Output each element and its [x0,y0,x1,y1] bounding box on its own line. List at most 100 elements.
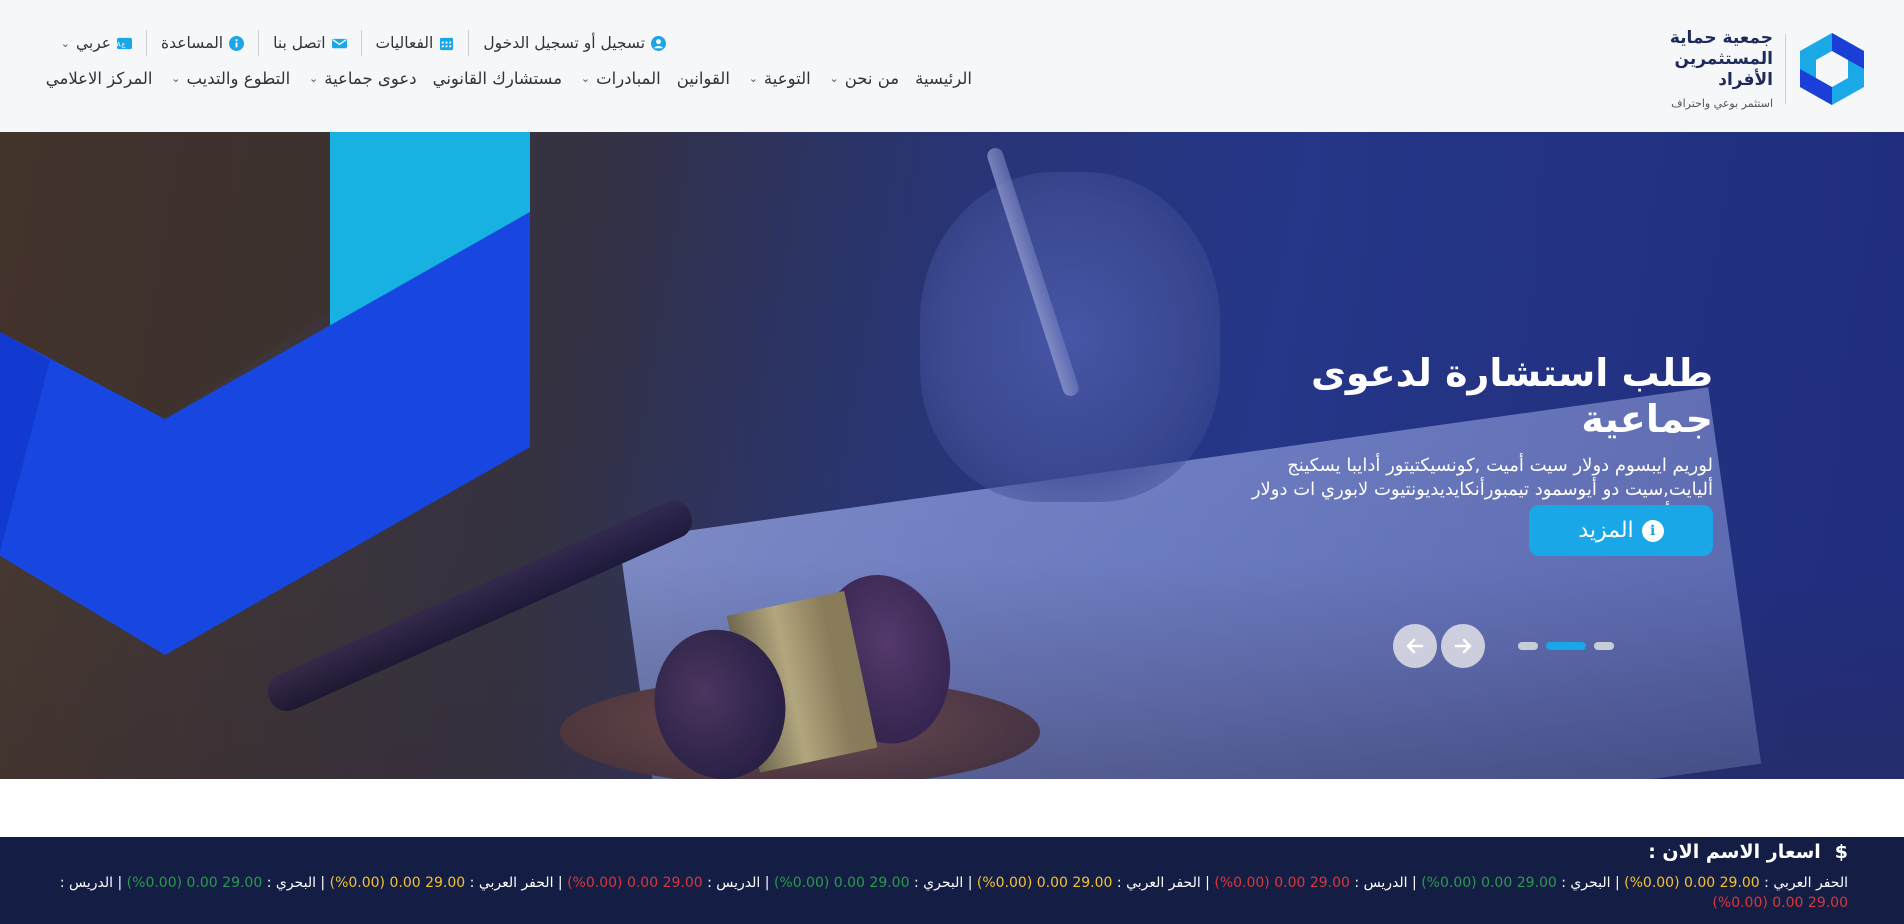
ticker-change: 0.00 [1772,895,1804,911]
nav-media-label: المركز الاعلامي [45,69,153,88]
ticker-stock-value: 29.00 0.00 (0.00%) [1712,895,1848,911]
ticker-separator: | [1407,875,1422,891]
calendar-icon [439,36,454,51]
ticker-price: 29.00 [1072,875,1113,891]
more-button[interactable]: i المزيد [1529,505,1713,556]
logo-divider [1785,34,1786,104]
nav-legal-consultant[interactable]: مستشارك القانوني [425,69,571,88]
svg-text:ع: ع [122,40,126,48]
events-link[interactable]: الفعاليات [362,34,469,52]
ticker-change-percent: (0.00%) [567,875,623,891]
ticker-separator: | [113,875,127,891]
main-navigation: الرئيسية من نحن ⌄ التوعية ⌄ القوانين المبا… [46,69,980,88]
hexagon-decoration-icon [0,132,530,655]
ticker-entries: الحفر العربي : 29.00 0.00 (0.00%) | البح… [58,873,1848,913]
help-link[interactable]: المساعدة [147,34,258,52]
ticker-separator: | [1200,875,1215,891]
ticker-stock-name: البحري [275,875,316,891]
nav-initiatives[interactable]: المبادرات ⌄ [570,69,669,88]
ticker-heading: $ اسعار الاسم الان : [1648,841,1848,863]
ticker-change-percent: (0.00%) [773,875,830,891]
ticker-change-percent: (0.00%) [1624,875,1680,891]
ticker-separator: | [760,875,774,891]
arrow-left-icon [1406,638,1424,654]
ticker-change-percent: (0.00%) [126,875,183,891]
nav-volunteer-label: التطوع والتديب [186,69,291,88]
ticker-stock-value: 29.00 0.00 (0.00%) [1421,875,1557,891]
ticker-item: الحفر العربي : 29.00 0.00 (0.00%) [976,875,1201,891]
ticker-change-percent: (0.00%) [329,875,386,891]
nav-media-center[interactable]: المركز الاعلامي [38,69,161,88]
nav-class-action[interactable]: دعوى جماعية ⌄ [298,69,424,88]
nav-laws-label: القوانين [676,69,730,88]
nav-home[interactable]: الرئيسية [907,69,980,88]
nav-volunteer[interactable]: التطوع والتديب ⌄ [160,69,298,88]
chevron-down-icon: ⌄ [829,72,839,85]
ticker-stock-value: 29.00 0.00 (0.00%) [977,875,1113,891]
nav-awareness[interactable]: التوعية ⌄ [738,69,819,88]
ticker-stock-name: الدريس [716,875,761,891]
ticker-separator: | [553,875,568,891]
ticker-item: الدريس : 29.00 0.00 (0.00%) [567,875,761,891]
site-header: جمعية حماية المستثمرين الأفراد استثمر بو… [0,0,1904,132]
ticker-price: 29.00 [222,875,263,891]
ticker-change: 0.00 [1036,875,1068,891]
ticker-change-percent: (0.00%) [1214,875,1270,891]
language-label: عربي [76,34,112,52]
slider-prev-button[interactable] [1393,624,1437,668]
info-icon [229,35,245,51]
nav-initiatives-label: المبادرات [596,69,661,88]
slider-dot[interactable] [1594,642,1614,650]
slider-dot-active[interactable] [1546,642,1586,650]
contact-label: اتصل بنا [273,34,326,52]
site-logo[interactable]: جمعية حماية المستثمرين الأفراد استثمر بو… [1623,28,1866,110]
ticker-change-percent: (0.00%) [976,875,1033,891]
logo-hexagon-icon [1800,33,1864,105]
events-label: الفعاليات [375,34,434,52]
user-circle-icon [651,35,667,51]
contact-link[interactable]: اتصل بنا [259,34,360,52]
ticker-price: 29.00 [425,875,466,891]
nav-about[interactable]: من نحن ⌄ [819,69,907,88]
ticker-stock-value: 29.00 0.00 (0.00%) [1624,875,1760,891]
nav-laws[interactable]: القوانين [669,69,738,88]
ticker-change: 0.00 [833,875,865,891]
ticker-stock-name: الحفر العربي [478,875,554,891]
ticker-price: 29.00 [1516,875,1557,891]
ticker-change: 0.00 [626,875,659,891]
logo-name: جمعية حماية المستثمرين الأفراد [1669,28,1773,90]
slider-dot[interactable] [1518,642,1538,650]
ticker-stock-value: 29.00 0.00 (0.00%) [567,875,703,891]
nav-consultant-label: مستشارك القانوني [432,69,563,88]
ticker-change-percent: (0.00%) [1421,875,1477,891]
envelope-icon [331,36,347,51]
ticker-item: الدريس : 29.00 0.00 (0.00%) [1214,875,1408,891]
ticker-change-percent: (0.00%) [1712,895,1768,911]
ticker-item: البحري : 29.00 0.00 (0.00%) [1421,875,1611,891]
ticker-change: 0.00 [1481,875,1513,891]
slide-title: طلب استشارة لدعوى جماعية [1311,351,1713,441]
ticker-price: 29.00 [1309,875,1350,891]
ticker-price: 29.00 [662,875,703,891]
ticker-change: 0.00 [1684,875,1716,891]
ticker-separator: | [963,875,977,891]
ticker-change: 0.00 [389,875,421,891]
ticker-change: 0.00 [1274,875,1306,891]
help-label: المساعدة [161,34,224,52]
more-button-label: المزيد [1578,518,1634,543]
ticker-stock-name: البحري [1570,875,1611,891]
nav-about-label: من نحن [844,69,900,88]
login-link[interactable]: تسجيل أو تسجيل الدخول [469,34,680,52]
ticker-stock-name: الدريس [69,875,114,891]
slide-content: طلب استشارة لدعوى جماعية لوريم ايبسوم دو… [1193,350,1713,526]
ticker-stock-value: 29.00 0.00 (0.00%) [774,875,910,891]
nav-class-action-label: دعوى جماعية [324,69,417,88]
nav-awareness-label: التوعية [763,69,811,88]
chevron-down-icon: ⌄ [748,72,758,85]
ticker-item: البحري : 29.00 0.00 (0.00%) [773,875,964,891]
ticker-stock-value: 29.00 0.00 (0.00%) [1214,875,1350,891]
dollar-icon: $ [1834,841,1848,863]
slider-next-button[interactable] [1441,624,1485,668]
ticker-price: 29.00 [1807,895,1848,911]
language-selector[interactable]: Aع عربي ⌄ [44,34,146,52]
